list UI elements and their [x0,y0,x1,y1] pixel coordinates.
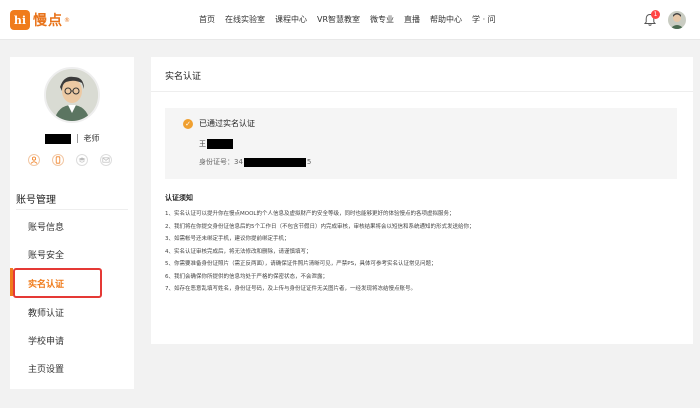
notice-item: 2、我们将在你提交身份证信息后的5个工作日（不包含节假日）内完成审核，审核结果将… [165,223,475,230]
notice-item: 6、我们会确保你所提供的信息均处于严格的保密状态，不会泄露； [165,273,329,280]
notice-item: 7、如存在恶意乱填写姓名，身份证号码，及上传与身份证证件无关图片者，一经发现将冻… [165,286,417,292]
id-label: 身份证号：34 [199,158,243,166]
sidebar-item-account-info[interactable]: 账号信息 [28,220,64,233]
sidebar-item-account-security[interactable]: 账号安全 [28,248,64,261]
sidebar-item-homepage-settings[interactable]: 主页设置 [28,362,64,375]
nav-live[interactable]: 直播 [404,14,420,25]
sidebar-item-school-apply[interactable]: 学校申请 [28,334,64,347]
status-text: 已通过实名认证 [199,119,255,128]
user-role: 老师 [83,134,100,143]
menu-divider [16,209,128,210]
site-logo[interactable]: hi 慢点 ® [10,10,70,30]
logo-registered: ® [64,16,70,24]
notice-item: 4、实名认证审核完成后，将无法修改和删除，请谨慎填写； [165,248,312,255]
highlight-box [13,268,102,298]
check-icon: ✓ [183,119,193,129]
account-sidebar: 老师 账号管理 账号信息 账号安全 实名认证 教师认证 学校申请 主页设置 [10,57,134,389]
page-title: 实名认证 [165,72,202,82]
name-prefix: 王 [199,140,206,148]
title-divider [151,91,693,92]
phone-icon[interactable] [52,154,64,166]
notification-badge: 1 [651,10,660,19]
id-suffix: 5 [306,158,312,166]
menu-title: 账号管理 [16,195,56,206]
nav-home[interactable]: 首页 [199,14,215,25]
top-header: hi 慢点 ® 首页 在线实验室 课程中心 VR智慧教室 微专业 直播 帮助中心… [0,0,700,40]
verification-icons [28,154,124,166]
notice-title: 认证须知 [165,194,193,202]
redacted-name [207,139,233,149]
notice-item: 5、你需要准备身份证照片（需正反两面），请确保证件照片清晰可见，严禁PS，具体可… [165,261,437,267]
id-number: 身份证号：34 5 [199,157,311,167]
nav-courses[interactable]: 课程中心 [275,14,307,25]
logo-mark: hi [10,10,30,30]
sidebar-item-teacher-verify[interactable]: 教师认证 [28,306,64,319]
real-name: 王 [199,139,233,149]
divider [76,134,78,143]
redacted-id [243,157,306,167]
notice-list: 1、实名认证可以提升你在慢点MOOL的个人信息及虚拟财产的安全等级，同时也能够更… [165,208,685,296]
redacted-username [44,133,71,144]
logo-text: 慢点 [33,13,63,29]
main-panel: 实名认证 ✓ 已通过实名认证 王 身份证号：34 5 认证须知 1、实名认证可以… [151,57,693,344]
user-name-row: 老师 [10,133,134,144]
user-avatar[interactable] [44,67,100,123]
nav-micro-major[interactable]: 微专业 [370,14,394,25]
nav-help[interactable]: 帮助中心 [430,14,462,25]
nav-online-lab[interactable]: 在线实验室 [225,14,265,25]
verification-status-card: ✓ 已通过实名认证 王 身份证号：34 5 [165,108,677,179]
nav-vr-classroom[interactable]: VR智慧教室 [317,14,360,25]
user-icon[interactable] [28,154,40,166]
mail-icon[interactable] [100,154,112,166]
main-nav: 首页 在线实验室 课程中心 VR智慧教室 微专业 直播 帮助中心 学 · 问 [199,14,506,25]
header-avatar[interactable] [668,11,686,29]
notice-item: 1、实名认证可以提升你在慢点MOOL的个人信息及虚拟财产的安全等级，同时也能够更… [165,211,455,217]
cap-icon[interactable] [76,154,88,166]
notice-item: 3、如需帐号还未绑定手机，建议你提前绑定手机； [165,236,290,242]
nav-xuewen[interactable]: 学 · 问 [472,14,496,25]
